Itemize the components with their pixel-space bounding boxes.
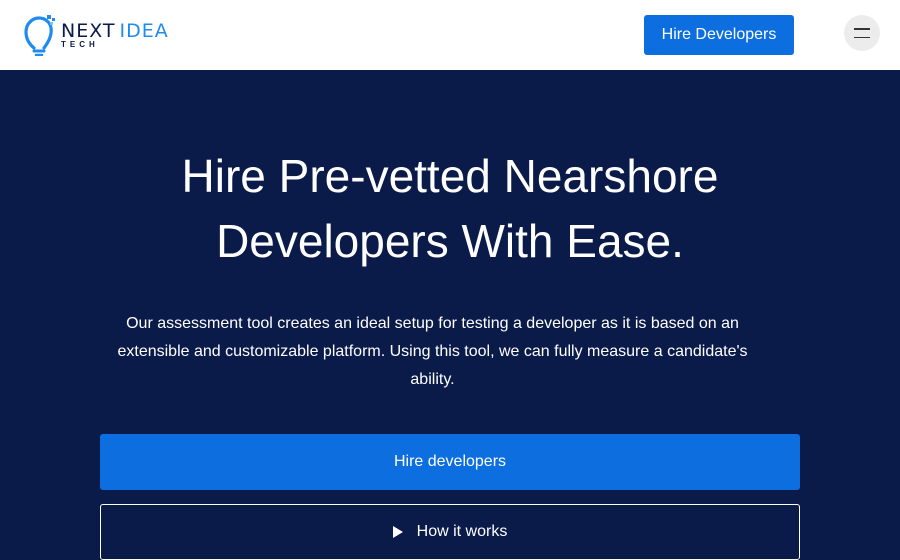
logo-word-next: NEXT	[61, 20, 116, 42]
hero-description: Our assessment tool creates an ideal set…	[117, 315, 748, 388]
how-it-works-button[interactable]: How it works	[100, 504, 800, 560]
hire-developers-header-button[interactable]: Hire Developers	[644, 15, 794, 55]
hero-section: Hire Pre-vetted Nearshore Developers Wit…	[0, 70, 900, 560]
play-icon	[392, 526, 403, 538]
logo[interactable]: NEXT IDEA TECH	[24, 14, 204, 56]
hamburger-menu-icon[interactable]	[844, 15, 880, 51]
hire-developers-button[interactable]: Hire developers	[100, 434, 800, 490]
logo-wordmark: NEXT IDEA	[61, 20, 169, 42]
menu-line	[854, 36, 870, 39]
logo-word-idea: IDEA	[119, 20, 169, 42]
logo-word-tech: TECH	[61, 40, 99, 49]
how-it-works-label: How it works	[416, 523, 508, 540]
menu-line	[854, 27, 870, 30]
lightbulb-icon	[24, 15, 55, 56]
hero-title: Hire Pre-vetted Nearshore Developers Wit…	[181, 150, 719, 267]
site-header: NEXT IDEA TECH Hire Developers	[0, 0, 900, 70]
